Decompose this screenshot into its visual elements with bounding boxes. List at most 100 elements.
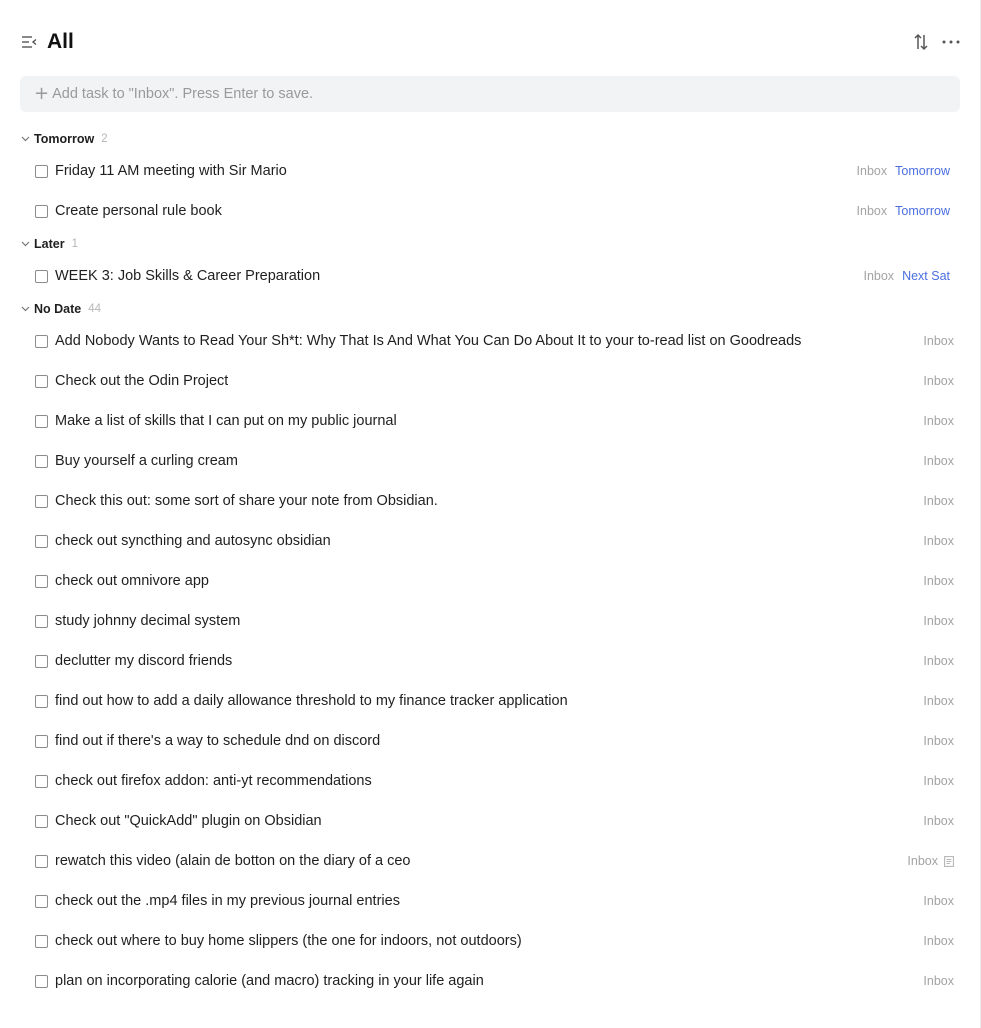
add-task-bar[interactable]: +: [20, 76, 960, 112]
task-row[interactable]: Create personal rule book Inbox Tomorrow: [20, 191, 960, 231]
task-meta: Inbox: [923, 374, 960, 388]
task-checkbox[interactable]: [35, 334, 48, 348]
task-meta: Inbox: [923, 334, 960, 348]
page-header: All: [20, 24, 960, 60]
task-title[interactable]: WEEK 3: Job Skills & Career Preparation: [55, 268, 320, 284]
task-row[interactable]: Make a list of skills that I can put on …: [20, 401, 960, 441]
plus-icon: +: [34, 83, 50, 104]
task-title[interactable]: declutter my discord friends: [55, 653, 232, 669]
task-checkbox[interactable]: [35, 494, 48, 508]
task-checkbox[interactable]: [35, 414, 48, 428]
collapse-sidebar-icon[interactable]: [20, 33, 38, 51]
task-list-name: Inbox: [923, 414, 954, 428]
task-checkbox[interactable]: [35, 654, 48, 668]
task-meta: Inbox: [923, 534, 960, 548]
task-list-name: Inbox: [923, 574, 954, 588]
task-due-date[interactable]: Next Sat: [902, 269, 950, 283]
task-meta: Inbox: [923, 614, 960, 628]
task-title[interactable]: Friday 11 AM meeting with Sir Mario: [55, 163, 287, 179]
task-due-date[interactable]: Tomorrow: [895, 204, 950, 218]
task-row[interactable]: check out omnivore app Inbox: [20, 561, 960, 601]
task-row[interactable]: Check out the Odin Project Inbox: [20, 361, 960, 401]
task-checkbox[interactable]: [35, 204, 48, 218]
task-meta: Inbox: [923, 894, 960, 908]
task-checkbox[interactable]: [35, 574, 48, 588]
task-checkbox[interactable]: [35, 934, 48, 948]
chevron-down-icon[interactable]: [20, 304, 30, 314]
task-checkbox[interactable]: [35, 814, 48, 828]
task-checkbox[interactable]: [35, 614, 48, 628]
task-title[interactable]: Add Nobody Wants to Read Your Sh*t: Why …: [55, 333, 801, 349]
task-title[interactable]: check out where to buy home slippers (th…: [55, 933, 522, 949]
task-title[interactable]: check out the .mp4 files in my previous …: [55, 893, 400, 909]
task-row[interactable]: study johnny decimal system Inbox: [20, 601, 960, 641]
section-header[interactable]: Tomorrow 2: [20, 130, 108, 148]
task-checkbox[interactable]: [35, 894, 48, 908]
task-row[interactable]: check out syncthing and autosync obsidia…: [20, 521, 960, 561]
task-list-name: Inbox: [923, 934, 954, 948]
task-meta: Inbox Next Sat: [863, 269, 960, 283]
chevron-down-icon[interactable]: [20, 134, 30, 144]
task-row[interactable]: Check this out: some sort of share your …: [20, 481, 960, 521]
task-row[interactable]: check out firefox addon: anti-yt recomme…: [20, 761, 960, 801]
task-row[interactable]: find out if there's a way to schedule dn…: [20, 721, 960, 761]
task-row[interactable]: check out where to buy home slippers (th…: [20, 921, 960, 961]
task-title[interactable]: Check out the Odin Project: [55, 373, 228, 389]
more-icon[interactable]: [942, 33, 960, 51]
task-title[interactable]: Check this out: some sort of share your …: [55, 493, 438, 509]
task-list-name: Inbox: [923, 894, 954, 908]
task-row[interactable]: Check out "QuickAdd" plugin on Obsidian I…: [20, 801, 960, 841]
section-count: 2: [101, 133, 108, 145]
task-meta: Inbox: [923, 694, 960, 708]
task-list-view: All + Tomorrow2Friday 11 AM: [0, 0, 981, 1028]
task-title[interactable]: find out how to add a daily allowance th…: [55, 693, 568, 709]
task-title[interactable]: plan on incorporating calorie (and macro…: [55, 973, 484, 989]
task-row[interactable]: WEEK 3: Job Skills & Career Preparation I…: [20, 256, 960, 296]
task-checkbox[interactable]: [35, 774, 48, 788]
section-header[interactable]: Later 1: [20, 235, 78, 253]
task-row[interactable]: check out the .mp4 files in my previous …: [20, 881, 960, 921]
task-row[interactable]: plan on incorporating calorie (and macro…: [20, 961, 960, 1001]
task-checkbox[interactable]: [35, 694, 48, 708]
task-checkbox[interactable]: [35, 534, 48, 548]
task-checkbox[interactable]: [35, 974, 48, 988]
task-title[interactable]: Make a list of skills that I can put on …: [55, 413, 397, 429]
section-title: No Date: [34, 302, 82, 316]
task-title[interactable]: Buy yourself a curling cream: [55, 453, 238, 469]
note-icon: [944, 855, 954, 867]
task-list-name: Inbox: [923, 694, 954, 708]
chevron-down-icon[interactable]: [20, 239, 30, 249]
task-row[interactable]: Add Nobody Wants to Read Your Sh*t: Why …: [20, 321, 960, 361]
task-list-name: Inbox: [856, 204, 888, 218]
task-meta: Inbox Tomorrow: [857, 204, 960, 218]
task-list-name: Inbox: [923, 614, 954, 628]
task-title[interactable]: find out if there's a way to schedule dn…: [55, 733, 380, 749]
task-checkbox[interactable]: [35, 454, 48, 468]
task-row[interactable]: rewatch this video (alain de botton on t…: [20, 841, 960, 881]
add-task-input[interactable]: [52, 86, 960, 102]
task-meta: Inbox: [923, 654, 960, 668]
section-title: Tomorrow: [34, 132, 95, 146]
task-checkbox[interactable]: [35, 734, 48, 748]
task-checkbox[interactable]: [35, 374, 48, 388]
task-title[interactable]: Create personal rule book: [55, 203, 222, 219]
task-title[interactable]: check out firefox addon: anti-yt recomme…: [55, 773, 372, 789]
task-row[interactable]: find out how to add a daily allowance th…: [20, 681, 960, 721]
task-due-date[interactable]: Tomorrow: [895, 164, 950, 178]
task-title[interactable]: Check out "QuickAdd" plugin on Obsidian: [55, 813, 322, 829]
task-checkbox[interactable]: [35, 164, 48, 178]
task-title[interactable]: check out syncthing and autosync obsidia…: [55, 533, 331, 549]
task-list-name: Inbox: [923, 814, 954, 828]
task-checkbox[interactable]: [35, 854, 48, 868]
task-title[interactable]: check out omnivore app: [55, 573, 209, 589]
task-row[interactable]: Friday 11 AM meeting with Sir Mario Inbox…: [20, 151, 960, 191]
task-row[interactable]: Buy yourself a curling cream Inbox: [20, 441, 960, 481]
task-meta: Inbox: [923, 934, 960, 948]
sort-icon[interactable]: [912, 33, 930, 51]
task-row[interactable]: declutter my discord friends Inbox: [20, 641, 960, 681]
task-title[interactable]: study johnny decimal system: [55, 613, 240, 629]
task-checkbox[interactable]: [35, 269, 48, 283]
task-title[interactable]: rewatch this video (alain de botton on t…: [55, 853, 410, 869]
task-list-name: Inbox: [923, 774, 954, 788]
section-header[interactable]: No Date 44: [20, 300, 101, 318]
